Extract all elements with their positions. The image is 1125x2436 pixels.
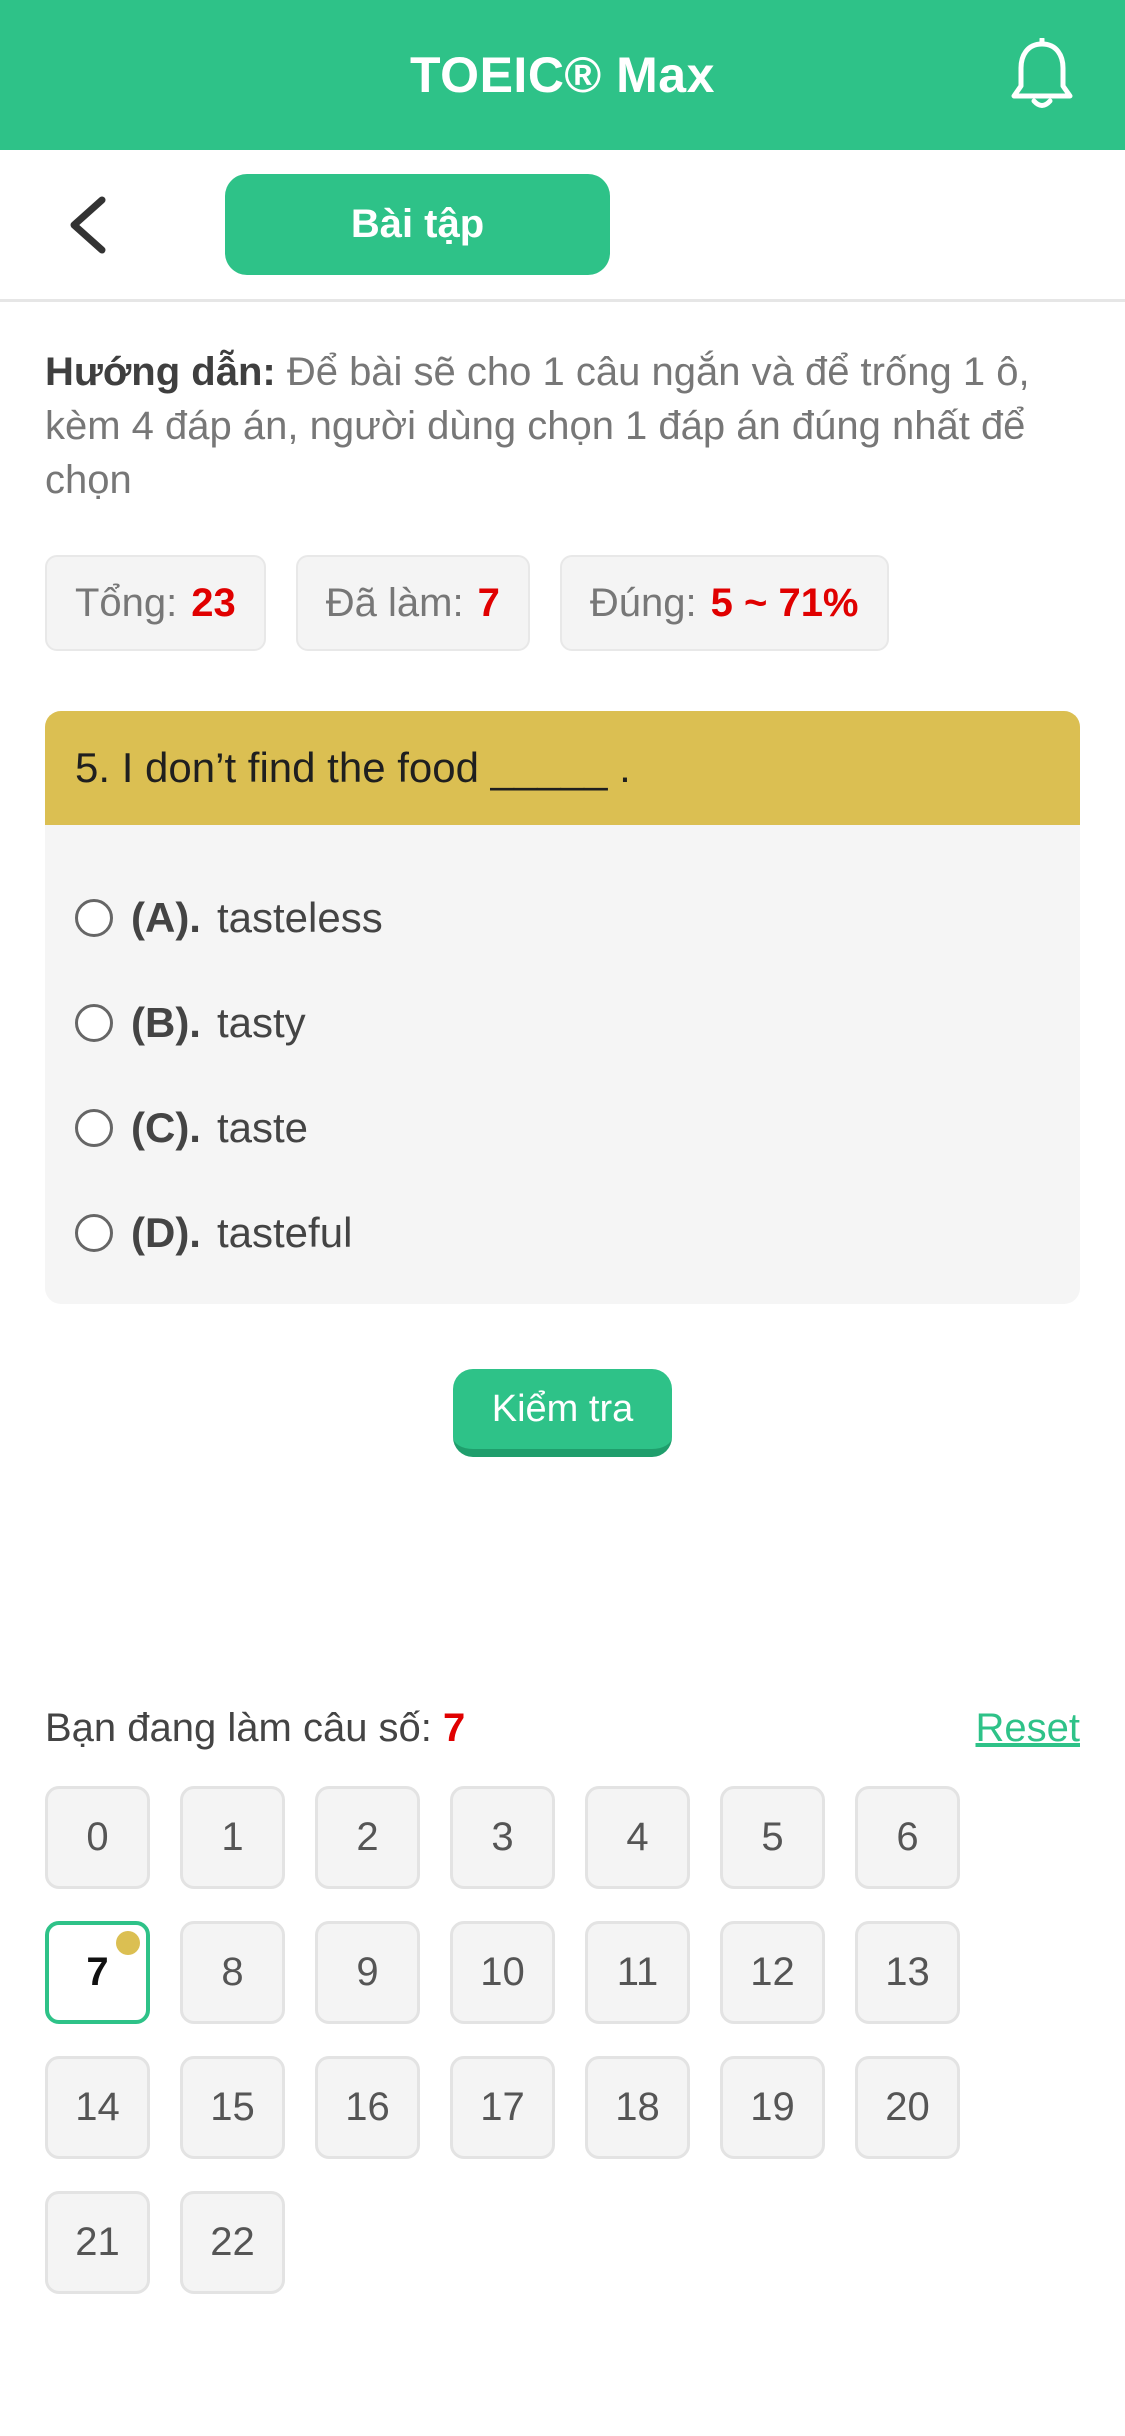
- question-number-label: 0: [86, 1815, 109, 1859]
- check-button[interactable]: Kiểm tra: [453, 1369, 672, 1457]
- question-number-button[interactable]: 8: [180, 1921, 285, 2024]
- option-label: (A).: [131, 893, 201, 941]
- option-text: tasteless: [216, 893, 383, 941]
- question-text: 5. I don’t find the food _____ .: [45, 711, 1080, 825]
- option-text: tasteful: [216, 1208, 353, 1256]
- stats-bar: Tổng: 23 Đã làm: 7 Đúng: 5 ~ 71%: [45, 555, 889, 651]
- current-question-number: 7: [443, 1705, 466, 1750]
- question-number-label: 3: [491, 1815, 514, 1859]
- instructions-label: Hướng dẫn:: [45, 350, 276, 394]
- question-number-label: 14: [75, 2085, 120, 2129]
- question-number-button[interactable]: 13: [855, 1921, 960, 2024]
- stat-total-value: 23: [191, 580, 236, 625]
- question-number-button[interactable]: 7: [45, 1921, 150, 2024]
- stat-done-label: Đã làm:: [325, 580, 464, 625]
- bell-icon[interactable]: [1007, 38, 1077, 112]
- option-label: (B).: [131, 998, 201, 1046]
- question-number-label: 18: [615, 2085, 660, 2129]
- app-title: TOEIC® Max: [410, 47, 715, 103]
- question-number-label: 12: [750, 1950, 795, 1994]
- question-number-button[interactable]: 9: [315, 1921, 420, 2024]
- question-number-label: 2: [356, 1815, 379, 1859]
- question-number-label: 6: [896, 1815, 919, 1859]
- question-number-button[interactable]: 14: [45, 2056, 150, 2159]
- question-number-button[interactable]: 21: [45, 2191, 150, 2294]
- question-number-button[interactable]: 19: [720, 2056, 825, 2159]
- question-number-label: 7: [86, 1950, 109, 1994]
- question-number-button[interactable]: 11: [585, 1921, 690, 2024]
- current-question-label: Bạn đang làm câu số:: [45, 1705, 432, 1750]
- stat-correct: Đúng: 5 ~ 71%: [559, 555, 889, 651]
- option-text: taste: [216, 1103, 309, 1151]
- current-question-indicator: Bạn đang làm câu số: 7: [45, 1706, 465, 1751]
- question-card: 5. I don’t find the food _____ . (A). ta…: [45, 711, 1080, 1304]
- stat-done-value: 7: [477, 580, 500, 625]
- question-number-button[interactable]: 1: [180, 1786, 285, 1889]
- question-number-label: 4: [626, 1815, 649, 1859]
- radio-icon[interactable]: [75, 898, 113, 937]
- question-number-label: 15: [210, 2085, 255, 2129]
- question-number-label: 9: [356, 1950, 379, 1994]
- tab-exercise[interactable]: Bài tập: [225, 174, 610, 275]
- question-number-button[interactable]: 22: [180, 2191, 285, 2294]
- chevron-left-icon[interactable]: [62, 194, 116, 256]
- stat-total-label: Tổng:: [75, 580, 178, 625]
- question-number-label: 10: [480, 1950, 525, 1994]
- radio-icon[interactable]: [75, 1213, 113, 1252]
- question-number-button[interactable]: 17: [450, 2056, 555, 2159]
- stat-correct-value: 5 ~ 71%: [710, 580, 859, 625]
- question-number-button[interactable]: 10: [450, 1921, 555, 2024]
- question-number-label: 5: [761, 1815, 784, 1859]
- question-number-button[interactable]: 5: [720, 1786, 825, 1889]
- app-header: TOEIC® Max: [0, 0, 1125, 150]
- question-number-button[interactable]: 15: [180, 2056, 285, 2159]
- question-number-label: 22: [210, 2220, 255, 2264]
- sub-navigation: Bài tập: [0, 150, 1125, 302]
- question-number-label: 20: [885, 2085, 930, 2129]
- question-number-button[interactable]: 6: [855, 1786, 960, 1889]
- current-dot-icon: [116, 1931, 140, 1955]
- answer-option-b[interactable]: (B). tasty: [45, 970, 1080, 1075]
- question-number-button[interactable]: 12: [720, 1921, 825, 2024]
- question-number-button[interactable]: 4: [585, 1786, 690, 1889]
- question-number-button[interactable]: 0: [45, 1786, 150, 1889]
- answer-option-d[interactable]: (D). tasteful: [45, 1180, 1080, 1285]
- question-number-button[interactable]: 20: [855, 2056, 960, 2159]
- question-number-grid: 0 1 2 3 4 5 6 7 8 9 10 11 12 13 14 15 16 17 18 19 20 21 22: [45, 1786, 1045, 2294]
- option-label: (C).: [131, 1103, 201, 1151]
- question-number-button[interactable]: 2: [315, 1786, 420, 1889]
- progress-row: Bạn đang làm câu số: 7 Reset: [45, 1700, 1080, 1756]
- option-text: tasty: [216, 998, 306, 1046]
- reset-link[interactable]: Reset: [976, 1706, 1081, 1751]
- answer-options: (A). tasteless (B). tasty (C). taste (D)…: [45, 825, 1080, 1285]
- question-number-button[interactable]: 3: [450, 1786, 555, 1889]
- question-number-label: 1: [221, 1815, 244, 1859]
- question-number-label: 19: [750, 2085, 795, 2129]
- radio-icon[interactable]: [75, 1108, 113, 1147]
- question-number-label: 21: [75, 2220, 120, 2264]
- question-number-label: 13: [885, 1950, 930, 1994]
- stat-total: Tổng: 23: [45, 555, 266, 651]
- answer-option-c[interactable]: (C). taste: [45, 1075, 1080, 1180]
- question-number-label: 17: [480, 2085, 525, 2129]
- question-number-button[interactable]: 18: [585, 2056, 690, 2159]
- option-label: (D).: [131, 1208, 201, 1256]
- stat-done: Đã làm: 7: [295, 555, 530, 651]
- instructions: Hướng dẫn: Để bài sẽ cho 1 câu ngắn và đ…: [45, 345, 1085, 507]
- answer-option-a[interactable]: (A). tasteless: [45, 865, 1080, 970]
- stat-correct-label: Đúng:: [589, 580, 697, 625]
- question-number-button[interactable]: 16: [315, 2056, 420, 2159]
- radio-icon[interactable]: [75, 1003, 113, 1042]
- question-number-label: 8: [221, 1950, 244, 1994]
- question-number-label: 11: [616, 1950, 659, 1994]
- question-number-label: 16: [345, 2085, 390, 2129]
